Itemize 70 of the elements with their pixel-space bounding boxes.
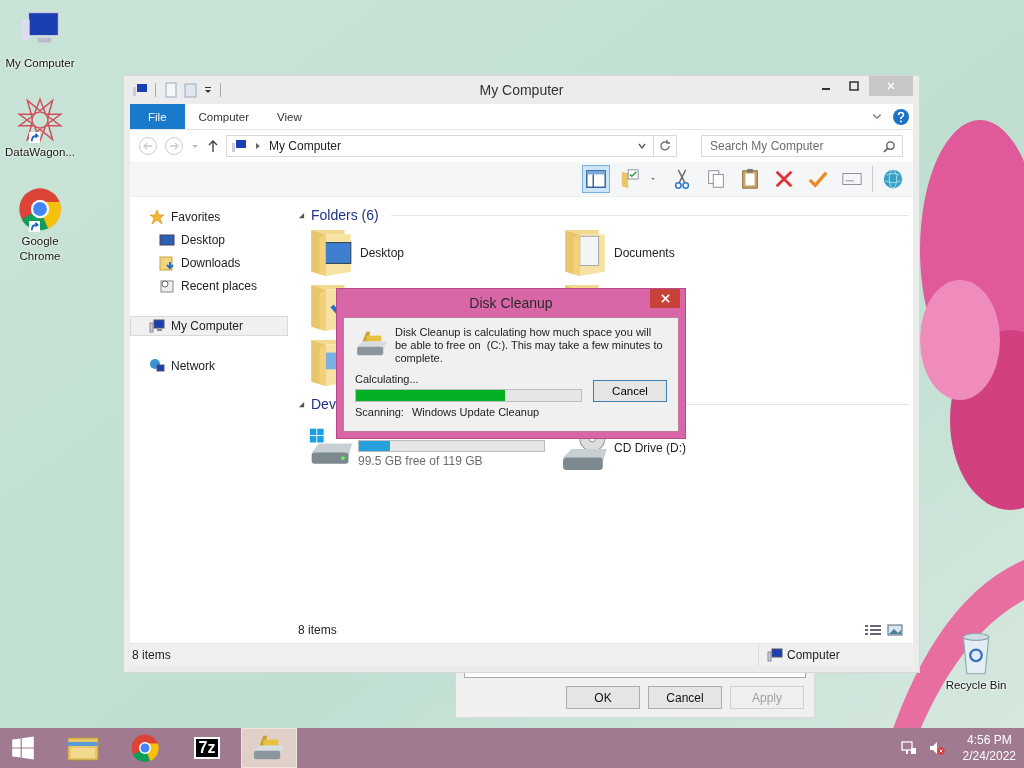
- search-icon[interactable]: [883, 140, 896, 153]
- details-view-icon[interactable]: [865, 624, 881, 636]
- folder-name[interactable]: Desktop: [360, 245, 405, 260]
- search-field[interactable]: Search My Computer: [701, 135, 903, 157]
- computer-icon: [149, 318, 165, 334]
- close-button[interactable]: [650, 289, 680, 308]
- close-icon: [886, 81, 896, 91]
- chrome-icon: [17, 186, 63, 232]
- dialog-button[interactable]: OK: [566, 686, 640, 709]
- scanning-item: Windows Update Cleanup: [411, 406, 540, 418]
- nav-item[interactable]: Desktop: [130, 230, 288, 250]
- collapse-icon[interactable]: [298, 400, 305, 408]
- collapse-icon[interactable]: [298, 211, 305, 219]
- folder-name[interactable]: Documents: [614, 245, 675, 260]
- group-header[interactable]: Folders (6): [311, 207, 379, 223]
- status-text: Calculating...: [355, 373, 420, 385]
- network-icon: [149, 358, 165, 374]
- desktop-icon-label[interactable]: DataWagon...: [1, 145, 79, 160]
- desktop-icon-label[interactable]: Google Chrome: [1, 234, 79, 264]
- free-space-text: 99.5 GB free of 119 GB: [358, 454, 484, 468]
- desktop-icon-label[interactable]: My Computer: [1, 56, 79, 71]
- nav-item[interactable]: Network: [130, 356, 288, 376]
- disk-cleanup-icon: [355, 330, 389, 358]
- ribbon-tab[interactable]: Computer: [184, 104, 264, 129]
- status-text: 8 items: [131, 648, 172, 662]
- star-icon: [149, 209, 165, 225]
- muted-volume-icon[interactable]: [928, 740, 945, 756]
- folder-icon: [564, 228, 606, 277]
- archiver-button[interactable]: 7z: [179, 728, 235, 768]
- recent-places-icon: [159, 278, 175, 294]
- nav-item[interactable]: Downloads: [130, 253, 288, 273]
- desktop-icon-label[interactable]: Recycle Bin: [937, 678, 1015, 693]
- star-icon: [17, 97, 63, 143]
- scanning-label: Scanning:: [355, 406, 404, 418]
- window-title: My Computer: [479, 82, 564, 98]
- dialog-title: Disk Cleanup: [469, 295, 553, 311]
- nav-item[interactable]: My Computer: [130, 316, 288, 336]
- large-icons-view-icon[interactable]: [887, 624, 903, 636]
- nav-item[interactable]: Favorites: [130, 207, 288, 227]
- clock-date[interactable]: 2/24/2022: [962, 748, 1016, 764]
- folder-icon: [310, 228, 352, 277]
- download-folder-icon: [159, 255, 175, 271]
- dialog-message: Disk Cleanup is calculating how much space you will be able to free on (C:). This may take a few minutes to complete.: [395, 326, 664, 365]
- computer-icon: [767, 647, 783, 663]
- nav-item[interactable]: Recent places: [130, 276, 288, 296]
- drive-name[interactable]: CD Drive (D:): [614, 441, 686, 455]
- close-icon: [660, 294, 670, 303]
- minimize-icon: [822, 88, 830, 90]
- ribbon-tab[interactable]: View: [263, 104, 316, 129]
- computer-icon[interactable]: [132, 82, 148, 98]
- folder-icon: [67, 734, 99, 762]
- maximize-icon: [849, 81, 859, 91]
- ribbon-tab[interactable]: File: [130, 104, 185, 129]
- group-header[interactable]: Dev: [311, 396, 336, 412]
- help-icon[interactable]: [893, 108, 909, 125]
- dialog-button[interactable]: Cancel: [648, 686, 722, 709]
- preview-pane-button[interactable]: [582, 165, 610, 193]
- chrome-icon: [130, 733, 160, 763]
- disk-cleanup-icon: [252, 734, 286, 762]
- disk-cleanup-button[interactable]: [241, 728, 297, 768]
- network-icon[interactable]: [900, 740, 917, 756]
- item-count: 8 items: [298, 623, 337, 637]
- cancel-button[interactable]: Cancel: [593, 379, 667, 402]
- clock-time[interactable]: 4:56 PM: [966, 732, 1012, 748]
- dropdown-icon[interactable]: [203, 85, 213, 95]
- status-location: Computer: [787, 648, 840, 662]
- address-bar[interactable]: My Computer: [226, 135, 677, 157]
- start-button[interactable]: [11, 736, 35, 760]
- up-arrow-icon[interactable]: [206, 139, 220, 153]
- monitor-icon: [159, 232, 175, 248]
